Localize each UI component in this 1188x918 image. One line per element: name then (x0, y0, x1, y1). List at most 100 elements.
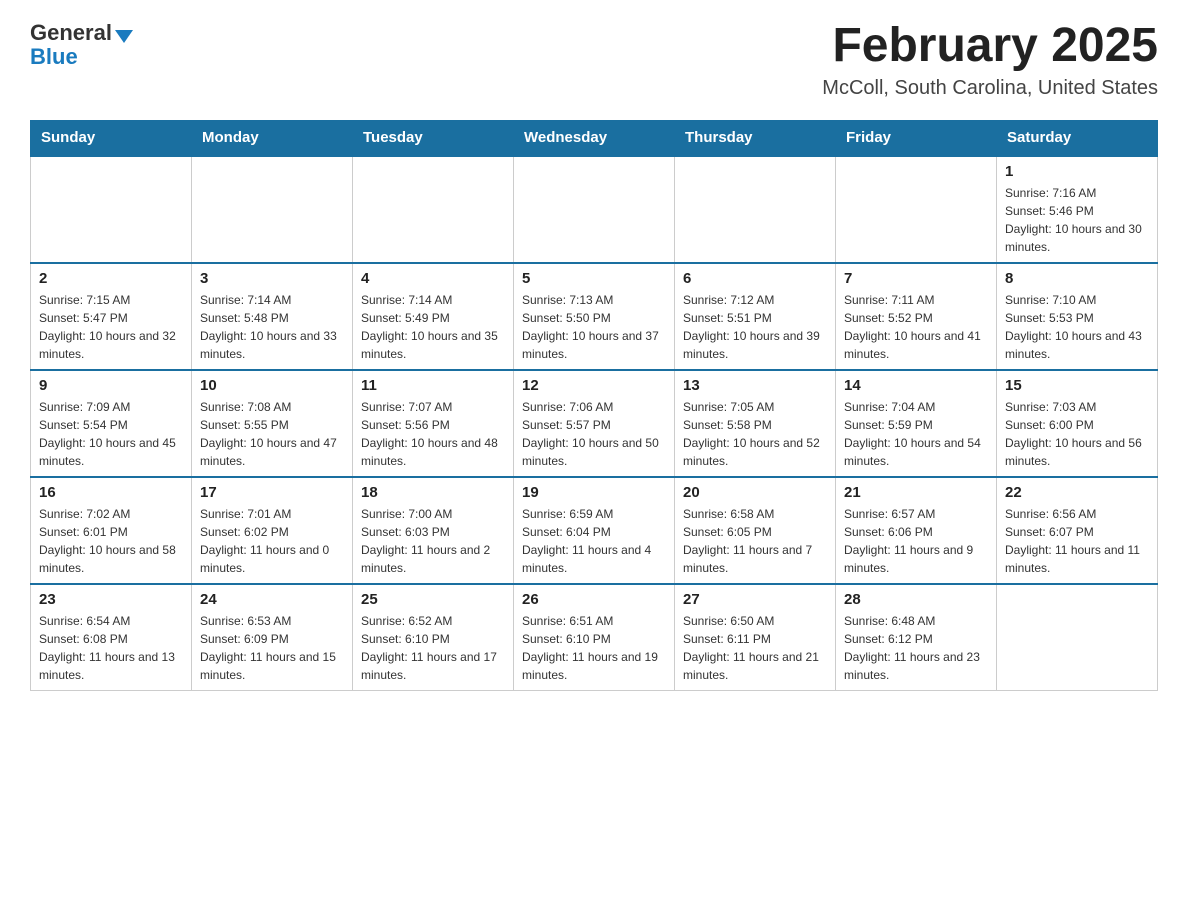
sunrise-text: Sunrise: 7:11 AM (844, 291, 988, 309)
day-info: Sunrise: 7:02 AMSunset: 6:01 PMDaylight:… (39, 505, 183, 577)
day-info: Sunrise: 6:58 AMSunset: 6:05 PMDaylight:… (683, 505, 827, 577)
sunset-text: Sunset: 6:10 PM (522, 630, 666, 648)
sunset-text: Sunset: 6:11 PM (683, 630, 827, 648)
calendar-week-row: 16Sunrise: 7:02 AMSunset: 6:01 PMDayligh… (31, 477, 1158, 584)
table-row: 18Sunrise: 7:00 AMSunset: 6:03 PMDayligh… (353, 477, 514, 584)
sunrise-text: Sunrise: 6:57 AM (844, 505, 988, 523)
daylight-text: Daylight: 10 hours and 47 minutes. (200, 434, 344, 470)
sunset-text: Sunset: 5:52 PM (844, 309, 988, 327)
day-number: 12 (522, 377, 666, 394)
daylight-text: Daylight: 10 hours and 43 minutes. (1005, 327, 1149, 363)
day-number: 20 (683, 484, 827, 501)
sunrise-text: Sunrise: 7:12 AM (683, 291, 827, 309)
sunset-text: Sunset: 6:10 PM (361, 630, 505, 648)
day-number: 18 (361, 484, 505, 501)
daylight-text: Daylight: 11 hours and 7 minutes. (683, 541, 827, 577)
day-number: 7 (844, 270, 988, 287)
table-row: 22Sunrise: 6:56 AMSunset: 6:07 PMDayligh… (997, 477, 1158, 584)
sunset-text: Sunset: 6:01 PM (39, 523, 183, 541)
day-number: 5 (522, 270, 666, 287)
logo-triangle-icon (115, 30, 133, 43)
table-row: 5 Sunrise: 7:13 AMSunset: 5:50 PMDaylight… (514, 263, 675, 370)
table-row: 1Sunrise: 7:16 AMSunset: 5:46 PMDaylight… (997, 155, 1158, 263)
day-info: Sunrise: 7:05 AMSunset: 5:58 PMDaylight:… (683, 398, 827, 470)
sunrise-text: Sunrise: 7:00 AM (361, 505, 505, 523)
day-info: Sunrise: 7:14 AMSunset: 5:48 PMDaylight:… (200, 291, 344, 363)
daylight-text: Daylight: 11 hours and 9 minutes. (844, 541, 988, 577)
sunrise-text: Sunrise: 7:02 AM (39, 505, 183, 523)
daylight-text: Daylight: 10 hours and 37 minutes. (522, 327, 666, 363)
calendar-header-row: Sunday Monday Tuesday Wednesday Thursday… (31, 120, 1158, 155)
daylight-text: Daylight: 11 hours and 23 minutes. (844, 648, 988, 684)
daylight-text: Daylight: 10 hours and 52 minutes. (683, 434, 827, 470)
day-number: 11 (361, 377, 505, 394)
table-row (31, 155, 192, 263)
daylight-text: Daylight: 11 hours and 4 minutes. (522, 541, 666, 577)
table-row: 12 Sunrise: 7:06 AMSunset: 5:57 PMDayligh… (514, 370, 675, 477)
sunset-text: Sunset: 5:47 PM (39, 309, 183, 327)
sunrise-text: Sunrise: 6:53 AM (200, 612, 344, 630)
table-row: 19Sunrise: 6:59 AMSunset: 6:04 PMDayligh… (514, 477, 675, 584)
col-thursday: Thursday (675, 120, 836, 155)
table-row: 6Sunrise: 7:12 AMSunset: 5:51 PMDaylight… (675, 263, 836, 370)
day-info: Sunrise: 7:12 AMSunset: 5:51 PMDaylight:… (683, 291, 827, 363)
daylight-text: Daylight: 10 hours and 50 minutes. (522, 434, 666, 470)
day-info: Sunrise: 7:08 AMSunset: 5:55 PMDaylight:… (200, 398, 344, 470)
day-number: 8 (1005, 270, 1149, 287)
location-title: McColl, South Carolina, United States (822, 77, 1158, 100)
sunrise-text: Sunrise: 6:58 AM (683, 505, 827, 523)
calendar-week-row: 23Sunrise: 6:54 AMSunset: 6:08 PMDayligh… (31, 584, 1158, 691)
daylight-text: Daylight: 10 hours and 54 minutes. (844, 434, 988, 470)
day-number: 22 (1005, 484, 1149, 501)
table-row: 4 Sunrise: 7:14 AMSunset: 5:49 PMDaylight… (353, 263, 514, 370)
sunset-text: Sunset: 6:05 PM (683, 523, 827, 541)
daylight-text: Daylight: 10 hours and 48 minutes. (361, 434, 505, 470)
daylight-text: Daylight: 10 hours and 56 minutes. (1005, 434, 1149, 470)
sunset-text: Sunset: 6:06 PM (844, 523, 988, 541)
daylight-text: Daylight: 11 hours and 11 minutes. (1005, 541, 1149, 577)
day-number: 19 (522, 484, 666, 501)
sunrise-text: Sunrise: 6:50 AM (683, 612, 827, 630)
logo-blue-text: Blue (30, 44, 78, 70)
daylight-text: Daylight: 11 hours and 0 minutes. (200, 541, 344, 577)
day-info: Sunrise: 7:03 AMSunset: 6:00 PMDaylight:… (1005, 398, 1149, 470)
logo: General Blue (30, 20, 133, 70)
sunset-text: Sunset: 6:02 PM (200, 523, 344, 541)
sunrise-text: Sunrise: 7:03 AM (1005, 398, 1149, 416)
sunset-text: Sunset: 5:57 PM (522, 416, 666, 434)
table-row: 13 Sunrise: 7:05 AMSunset: 5:58 PMDayligh… (675, 370, 836, 477)
day-number: 15 (1005, 377, 1149, 394)
day-number: 14 (844, 377, 988, 394)
sunrise-text: Sunrise: 7:06 AM (522, 398, 666, 416)
sunrise-text: Sunrise: 7:05 AM (683, 398, 827, 416)
sunset-text: Sunset: 6:00 PM (1005, 416, 1149, 434)
table-row: 15 Sunrise: 7:03 AMSunset: 6:00 PMDayligh… (997, 370, 1158, 477)
sunset-text: Sunset: 5:51 PM (683, 309, 827, 327)
sunrise-text: Sunrise: 7:10 AM (1005, 291, 1149, 309)
sunset-text: Sunset: 5:54 PM (39, 416, 183, 434)
day-number: 27 (683, 591, 827, 608)
col-wednesday: Wednesday (514, 120, 675, 155)
sunset-text: Sunset: 5:59 PM (844, 416, 988, 434)
day-number: 4 (361, 270, 505, 287)
table-row: 28Sunrise: 6:48 AMSunset: 6:12 PMDayligh… (836, 584, 997, 691)
day-info: Sunrise: 7:14 AMSunset: 5:49 PMDaylight:… (361, 291, 505, 363)
day-info: Sunrise: 7:13 AMSunset: 5:50 PMDaylight:… (522, 291, 666, 363)
daylight-text: Daylight: 10 hours and 39 minutes. (683, 327, 827, 363)
day-info: Sunrise: 7:04 AMSunset: 5:59 PMDaylight:… (844, 398, 988, 470)
sunset-text: Sunset: 5:55 PM (200, 416, 344, 434)
col-friday: Friday (836, 120, 997, 155)
day-info: Sunrise: 6:52 AMSunset: 6:10 PMDaylight:… (361, 612, 505, 684)
day-info: Sunrise: 6:50 AMSunset: 6:11 PMDaylight:… (683, 612, 827, 684)
sunrise-text: Sunrise: 7:01 AM (200, 505, 344, 523)
table-row: 16Sunrise: 7:02 AMSunset: 6:01 PMDayligh… (31, 477, 192, 584)
daylight-text: Daylight: 11 hours and 13 minutes. (39, 648, 183, 684)
day-info: Sunrise: 6:53 AMSunset: 6:09 PMDaylight:… (200, 612, 344, 684)
day-number: 13 (683, 377, 827, 394)
table-row: 9Sunrise: 7:09 AMSunset: 5:54 PMDaylight… (31, 370, 192, 477)
day-info: Sunrise: 7:06 AMSunset: 5:57 PMDaylight:… (522, 398, 666, 470)
calendar-table: Sunday Monday Tuesday Wednesday Thursday… (30, 120, 1158, 691)
daylight-text: Daylight: 11 hours and 17 minutes. (361, 648, 505, 684)
table-row: 27 Sunrise: 6:50 AMSunset: 6:11 PMDayligh… (675, 584, 836, 691)
day-number: 9 (39, 377, 183, 394)
